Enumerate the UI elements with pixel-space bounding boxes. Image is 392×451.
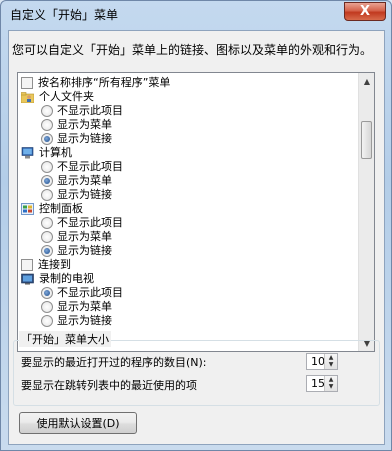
radio-button[interactable] — [41, 245, 53, 257]
menu-size-group-title: 「开始」菜单大小 — [19, 331, 111, 347]
option-radio-row: 显示为链接 — [41, 244, 112, 258]
option-radio-row: 显示为菜单 — [41, 300, 112, 314]
scroll-up-button[interactable]: ▲ — [359, 73, 374, 89]
spin-up-icon[interactable]: ▲ — [325, 376, 337, 383]
menu-size-group — [13, 340, 380, 406]
option-group-header: 个人文件夹 — [20, 90, 94, 104]
option-label: 显示为菜单 — [57, 118, 112, 131]
customize-start-menu-dialog: 自定义「开始」菜单 X 您可以自定义「开始」菜单上的链接、图标以及菜单的外观和行… — [0, 0, 392, 451]
option-label: 显示为链接 — [57, 244, 112, 257]
option-label: 计算机 — [39, 146, 72, 159]
close-button[interactable]: X — [344, 2, 386, 21]
option-label: 录制的电视 — [39, 272, 94, 285]
option-radio-row: 显示为链接 — [41, 314, 112, 328]
jump-list-value: 15 — [311, 377, 325, 390]
option-label: 个人文件夹 — [39, 90, 94, 103]
option-radio-row: 不显示此项目 — [41, 286, 123, 300]
option-group-header: 控制面板 — [21, 202, 83, 216]
option-radio-row: 显示为菜单 — [41, 118, 112, 132]
radio-button[interactable] — [41, 301, 53, 313]
checkbox[interactable] — [21, 259, 33, 271]
scroll-thumb[interactable] — [361, 121, 372, 159]
window-title: 自定义「开始」菜单 — [10, 8, 119, 22]
title-bar: 自定义「开始」菜单 X — [1, 1, 391, 29]
option-radio-row: 显示为菜单 — [41, 174, 112, 188]
computer-icon — [21, 147, 34, 159]
jump-list-spinner[interactable]: 15 ▲ ▼ — [306, 375, 338, 392]
option-label: 按名称排序“所有程序”菜单 — [38, 76, 171, 89]
option-label: 控制面板 — [39, 202, 83, 215]
recorded-tv-icon — [21, 273, 34, 285]
use-default-settings-button[interactable]: 使用默认设置(D) — [19, 412, 137, 434]
recent-programs-arrows: ▲ ▼ — [324, 354, 337, 369]
option-checkbox-row: 连接到 — [21, 258, 71, 272]
radio-button[interactable] — [41, 175, 53, 187]
radio-button[interactable] — [41, 189, 53, 201]
radio-button[interactable] — [41, 217, 53, 229]
jump-list-label: 要显示在跳转列表中的最近使用的项 — [21, 379, 197, 392]
option-radio-row: 不显示此项目 — [41, 160, 123, 174]
control-panel-icon — [21, 203, 34, 215]
spin-down-icon[interactable]: ▼ — [325, 361, 337, 368]
option-group-header: 录制的电视 — [21, 272, 94, 286]
radio-button[interactable] — [41, 105, 53, 117]
close-icon: X — [359, 4, 371, 19]
spin-up-icon[interactable]: ▲ — [325, 354, 337, 361]
option-label: 不显示此项目 — [57, 160, 123, 173]
option-label: 显示为菜单 — [57, 300, 112, 313]
option-radio-row: 不显示此项目 — [41, 216, 123, 230]
checkbox[interactable] — [21, 77, 33, 89]
option-radio-row: 显示为菜单 — [41, 230, 112, 244]
option-label: 显示为链接 — [57, 314, 112, 327]
option-label: 不显示此项目 — [57, 104, 123, 117]
jump-list-arrows: ▲ ▼ — [324, 376, 337, 391]
recent-programs-value: 10 — [311, 355, 325, 368]
recent-programs-spinner[interactable]: 10 ▲ ▼ — [306, 353, 338, 370]
user-folder-icon — [20, 91, 35, 104]
vertical-scrollbar[interactable]: ▲ ▼ — [358, 73, 374, 351]
recent-programs-label: 要显示的最近打开过的程序的数目(N): — [21, 356, 207, 369]
option-radio-row: 显示为链接 — [41, 132, 112, 146]
option-radio-row: 不显示此项目 — [41, 104, 123, 118]
option-label: 不显示此项目 — [57, 286, 123, 299]
option-label: 连接到 — [38, 258, 71, 271]
option-checkbox-row: 按名称排序“所有程序”菜单 — [21, 76, 170, 90]
spin-down-icon[interactable]: ▼ — [325, 383, 337, 390]
radio-button[interactable] — [41, 287, 53, 299]
option-label: 显示为链接 — [57, 188, 112, 201]
radio-button[interactable] — [41, 119, 53, 131]
option-radio-row: 显示为链接 — [41, 188, 112, 202]
options-list[interactable]: 按名称排序“所有程序”菜单 个人文件夹 不显示此项目 显示为菜单 显示为链接 计算机 不显示… — [17, 72, 375, 352]
option-label: 显示为菜单 — [57, 230, 112, 243]
dialog-body: 您可以自定义「开始」菜单上的链接、图标以及菜单的外观和行为。 按名称排序“所有程… — [8, 30, 385, 445]
option-group-header: 计算机 — [21, 146, 72, 160]
radio-button[interactable] — [41, 231, 53, 243]
description-text: 您可以自定义「开始」菜单上的链接、图标以及菜单的外观和行为。 — [12, 43, 373, 57]
option-label: 显示为链接 — [57, 132, 112, 145]
option-label: 显示为菜单 — [57, 174, 112, 187]
radio-button[interactable] — [41, 315, 53, 327]
radio-button[interactable] — [41, 133, 53, 145]
option-label: 不显示此项目 — [57, 216, 123, 229]
radio-button[interactable] — [41, 161, 53, 173]
